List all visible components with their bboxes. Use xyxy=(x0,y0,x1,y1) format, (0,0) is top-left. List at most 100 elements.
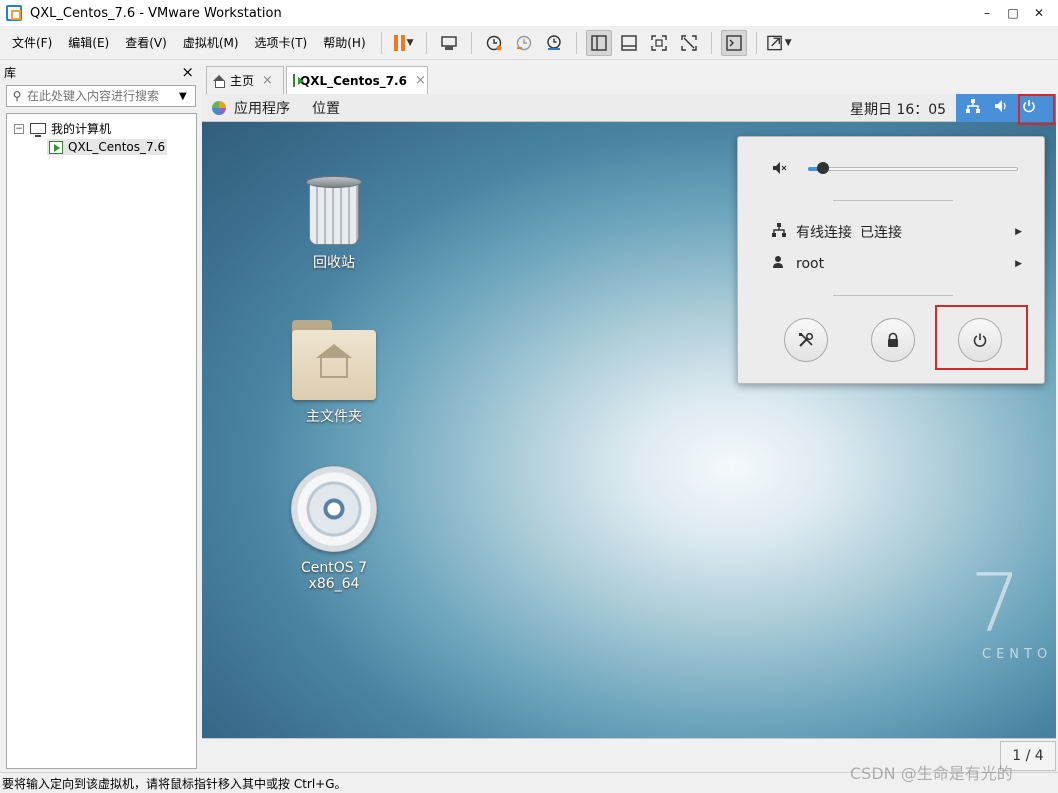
title-bar: QXL_Centos_7.6 - VMware Workstation – □ … xyxy=(0,0,1058,26)
snapshot-button[interactable] xyxy=(481,30,507,56)
desktop-trash[interactable]: 回收站 xyxy=(279,176,389,272)
user-row[interactable]: root ▶ xyxy=(772,255,1022,273)
window-controls: – □ ✕ xyxy=(974,0,1052,26)
vm-running-icon xyxy=(49,140,63,154)
applications-icon xyxy=(212,100,226,115)
lock-button[interactable] xyxy=(871,318,915,362)
show-library-button[interactable] xyxy=(585,29,612,56)
tree-item-label: 我的计算机 xyxy=(51,122,112,136)
centos-brand-word: CENTO xyxy=(982,647,1053,662)
send-ctrl-alt-del-button[interactable] xyxy=(436,30,462,56)
tab-home[interactable]: 主页 × xyxy=(206,66,284,94)
snapshot-icon xyxy=(486,35,502,50)
vm-running-icon xyxy=(293,74,304,87)
fullscreen-off-icon xyxy=(680,34,697,51)
revert-snapshot-icon xyxy=(516,35,531,50)
separator xyxy=(833,295,953,296)
tab-close-icon[interactable]: × xyxy=(262,73,273,88)
centos-brand-number: 7 xyxy=(970,557,1021,650)
tab-label: 主页 xyxy=(230,74,255,88)
wired-connection-status: 已连接 xyxy=(860,225,902,241)
places-menu[interactable]: 位置 xyxy=(312,98,340,118)
settings-icon xyxy=(799,332,814,347)
send-ctrl-alt-del-icon xyxy=(440,35,457,50)
close-button[interactable]: ✕ xyxy=(1026,6,1052,20)
toolbar-separator xyxy=(380,31,382,54)
menu-tabs[interactable]: 选项卡(T) xyxy=(247,34,316,51)
home-icon xyxy=(213,74,226,88)
menu-view[interactable]: 查看(V) xyxy=(117,34,175,51)
status-text: 要将输入定向到该虚拟机，请将鼠标指针移入其中或按 Ctrl+G。 xyxy=(2,776,347,791)
power-menu-highlight xyxy=(1018,94,1055,125)
wired-connection-row[interactable]: 有线连接 已连接 ▶ xyxy=(772,222,1022,242)
toolbar-separator xyxy=(710,31,712,54)
maximize-button[interactable]: □ xyxy=(1000,6,1026,20)
tree-item-label: QXL_Centos_7.6 xyxy=(68,140,166,154)
minimize-button[interactable]: – xyxy=(974,6,1000,20)
volume-icon xyxy=(990,99,1012,117)
tree-item-vm[interactable]: QXL_Centos_7.6 xyxy=(47,139,168,155)
menu-vm[interactable]: 虚拟机(M) xyxy=(175,34,247,51)
console-view-icon xyxy=(725,34,742,51)
fullscreen-off-button[interactable] xyxy=(676,30,702,56)
network-icon xyxy=(772,223,796,241)
search-icon: ⚲ xyxy=(12,89,22,103)
library-search-input[interactable] xyxy=(27,89,175,103)
chevron-down-icon[interactable]: ▼ xyxy=(785,38,792,48)
snapshot-manager-button[interactable] xyxy=(541,30,567,56)
toolbar-separator xyxy=(425,31,427,54)
user-label: root xyxy=(796,256,825,272)
thumbnail-bar-icon xyxy=(620,34,637,51)
separator xyxy=(833,200,953,201)
pause-button[interactable]: ▼ xyxy=(391,30,417,56)
toolbar-separator xyxy=(470,31,472,54)
collapse-icon[interactable]: − xyxy=(14,123,24,134)
desktop-home-folder[interactable]: 主文件夹 xyxy=(279,320,389,426)
chevron-right-icon: ▶ xyxy=(1015,227,1022,237)
show-library-icon xyxy=(590,34,607,51)
volume-muted-icon xyxy=(772,161,788,179)
fit-guest-button[interactable] xyxy=(646,30,672,56)
tab-vm[interactable]: QXL_Centos_7.6 × xyxy=(286,66,428,94)
menu-toolbar: 文件(F) 编辑(E) 查看(V) 虚拟机(M) 选项卡(T) 帮助(H) ▼ … xyxy=(0,26,1058,60)
library-header: 库 × xyxy=(0,62,200,82)
pause-icon xyxy=(393,34,405,51)
desktop-icon-label: 回收站 xyxy=(313,255,355,271)
fullscreen-button[interactable]: ▼ xyxy=(766,30,792,56)
volume-slider-knob[interactable] xyxy=(816,162,829,174)
vmware-logo-icon xyxy=(6,5,22,21)
clock[interactable]: 星期日 16：05 xyxy=(850,99,946,119)
chevron-right-icon: ▶ xyxy=(1015,259,1022,269)
menu-edit[interactable]: 编辑(E) xyxy=(60,34,117,51)
search-dropdown-icon[interactable]: ▼ xyxy=(179,91,187,102)
snapshot-manager-icon xyxy=(546,34,561,50)
fit-guest-icon xyxy=(650,34,667,51)
tree-item-my-computer[interactable]: − 我的计算机 xyxy=(14,120,111,137)
watermark: CSDN @生命是有光的 xyxy=(850,764,1013,783)
revert-snapshot-button[interactable] xyxy=(511,30,537,56)
fullscreen-icon xyxy=(766,35,782,50)
home-folder-icon xyxy=(292,320,376,400)
library-search[interactable]: ⚲ ▼ xyxy=(6,85,196,107)
applications-menu[interactable]: 应用程序 xyxy=(234,98,290,118)
lock-icon xyxy=(888,332,898,347)
menu-help[interactable]: 帮助(H) xyxy=(315,34,373,51)
chevron-down-icon[interactable]: ▼ xyxy=(407,38,414,48)
settings-button[interactable] xyxy=(784,318,828,362)
library-title: 库 xyxy=(4,65,17,80)
system-menu-popup: 有线连接 已连接 ▶ root ▶ xyxy=(737,136,1045,384)
trash-icon xyxy=(304,176,364,246)
console-view-button[interactable] xyxy=(720,29,747,56)
tab-close-icon[interactable]: × xyxy=(415,73,426,88)
volume-slider[interactable] xyxy=(808,167,1018,171)
user-icon xyxy=(772,255,796,273)
desktop-cdrom[interactable]: CentOS 7 x86_64 xyxy=(279,466,389,592)
desktop-icon-label: CentOS 7 x86_64 xyxy=(300,560,367,592)
library-close-button[interactable]: × xyxy=(181,63,194,81)
desktop-icon-label: 主文件夹 xyxy=(306,409,362,425)
thumbnail-bar-button[interactable] xyxy=(616,30,642,56)
menu-file[interactable]: 文件(F) xyxy=(4,34,60,51)
disc-icon xyxy=(291,466,377,552)
vm-display[interactable]: 应用程序 位置 星期日 16：05 回收站 主文件夹 CentOS 7 x86_… xyxy=(202,94,1056,738)
window-title: QXL_Centos_7.6 - VMware Workstation xyxy=(30,5,282,21)
